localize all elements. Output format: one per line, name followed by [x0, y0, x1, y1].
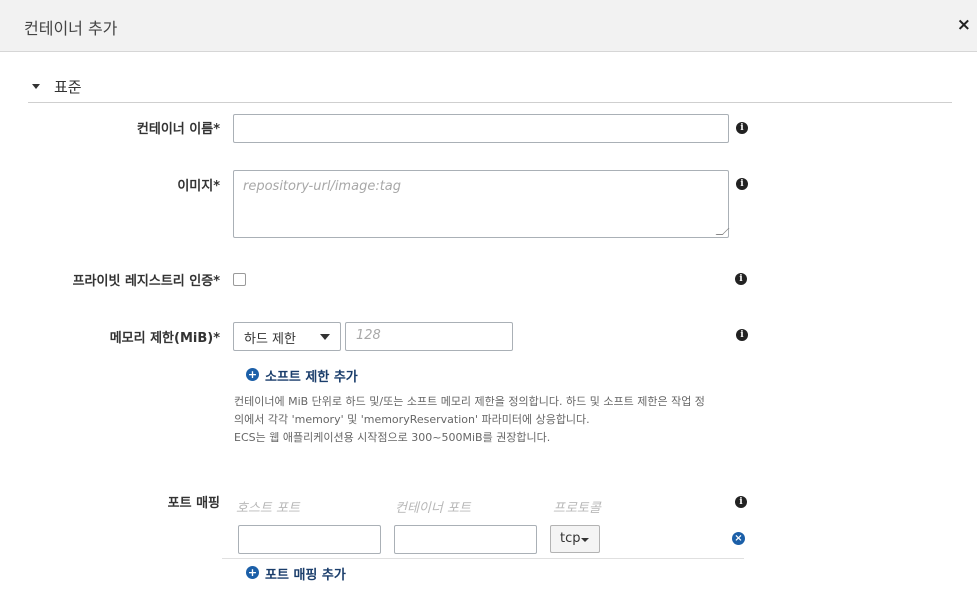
container-port-input[interactable] [394, 525, 537, 554]
add-soft-limit-label: 소프트 제한 추가 [265, 370, 358, 385]
memory-help-text: 컨테이너에 MiB 단위로 하드 및/또는 소프트 메모리 제한을 정의합니다.… [234, 393, 734, 447]
host-port-input[interactable] [238, 525, 381, 554]
container-port-column-header: 컨테이너 포트 [395, 501, 471, 516]
host-port-column-header: 호스트 포트 [236, 501, 300, 516]
private-registry-checkbox[interactable] [233, 273, 246, 286]
port-mapping-label: 포트 매핑 [167, 496, 220, 511]
plus-circle-icon: + [246, 566, 259, 579]
plus-circle-icon: + [246, 368, 259, 381]
modal-header: 컨테이너 추가 × [0, 0, 977, 52]
section-standard-header[interactable]: 표준 [28, 74, 952, 103]
memory-limit-type-select[interactable]: 하드 제한 [233, 322, 341, 351]
container-name-label: 컨테이너 이름* [136, 122, 220, 137]
help-line: ECS는 웹 애플리케이션용 시작점으로 300~500MiB를 권장합니다. [234, 431, 551, 444]
section-title: 표준 [54, 78, 82, 96]
memory-placeholder: 128 [356, 328, 381, 343]
remove-circle-icon[interactable]: × [732, 532, 745, 545]
row-divider [222, 558, 744, 559]
add-port-mapping-label: 포트 매핑 추가 [265, 568, 346, 583]
container-name-input[interactable] [233, 114, 729, 143]
modal-body: 표준 컨테이너 이름* i 이미지* repository-url/image:… [0, 52, 977, 590]
caret-down-icon [32, 84, 40, 89]
modal-title: 컨테이너 추가 [24, 19, 118, 38]
help-line: 컨테이너에 MiB 단위로 하드 및/또는 소프트 메모리 제한을 정의합니다.… [234, 395, 705, 408]
container-name-info-icon[interactable]: i [736, 122, 748, 134]
close-icon[interactable]: × [957, 16, 971, 34]
port-mapping-info-icon[interactable]: i [735, 496, 747, 508]
memory-info-icon[interactable]: i [736, 329, 748, 341]
private-registry-label: 프라이빗 레지스트리 인증* [72, 274, 220, 289]
image-info-icon[interactable]: i [736, 178, 748, 190]
caret-down-icon [581, 538, 589, 542]
memory-limit-label: 메모리 제한(MiB)* [109, 331, 220, 346]
private-registry-info-icon[interactable]: i [735, 273, 747, 285]
image-textarea[interactable]: repository-url/image:tag [233, 170, 730, 238]
memory-value-input[interactable]: 128 [345, 322, 513, 351]
protocol-column-header: 프로토콜 [553, 501, 601, 516]
protocol-value: tcp [560, 531, 581, 546]
help-line: 의에서 각각 'memory' 및 'memoryReservation' 파라… [234, 413, 590, 426]
memory-limit-type-value: 하드 제한 [244, 332, 296, 347]
image-placeholder: repository-url/image:tag [243, 179, 402, 194]
protocol-dropdown[interactable]: tcp [550, 525, 600, 553]
resize-grip-icon[interactable] [715, 228, 730, 235]
chevron-down-icon [320, 334, 330, 340]
image-label: 이미지* [177, 179, 220, 194]
